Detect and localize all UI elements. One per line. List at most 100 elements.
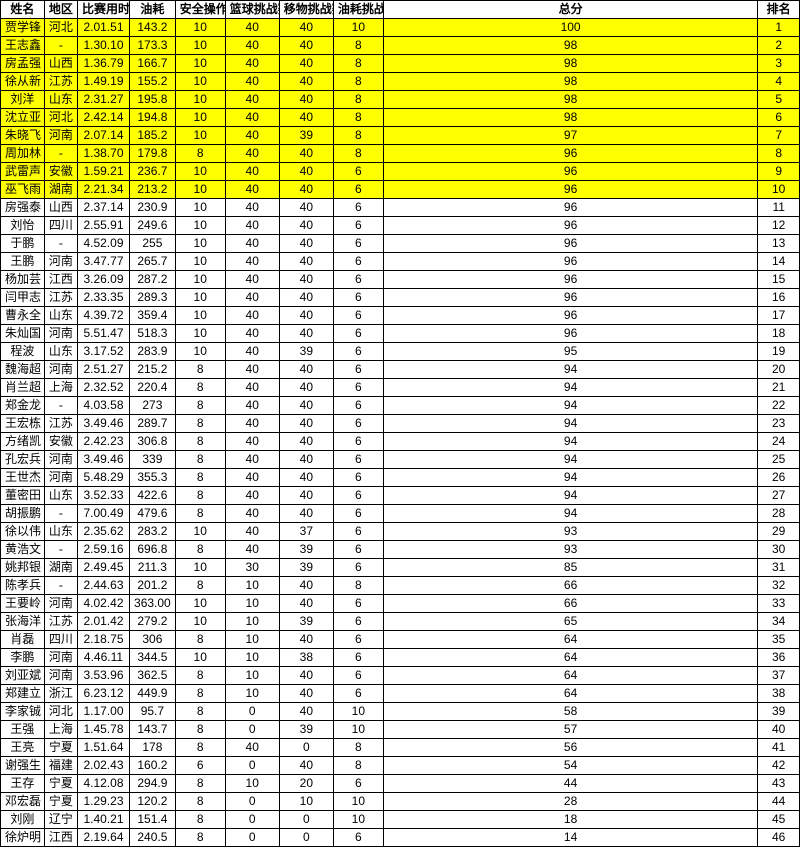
cell: 6 [333,649,383,667]
cell: 40 [279,379,333,397]
cell: 22 [758,397,800,415]
cell: 34 [758,613,800,631]
table-row: 刘亚斌河南3.53.96362.58104066437 [1,667,800,685]
cell: 6 [333,523,383,541]
cell: 10 [175,613,225,631]
cell: 40 [225,379,279,397]
cell: 王世杰 [1,469,45,487]
table-row: 刘怡四川2.55.91249.610404069612 [1,217,800,235]
cell: 46 [758,829,800,847]
cell: 40 [225,451,279,469]
cell: 359.4 [129,307,175,325]
cell: 6 [333,181,383,199]
cell: 95 [383,343,758,361]
cell: 6 [333,307,383,325]
cell: 10 [175,271,225,289]
cell: 10 [175,253,225,271]
cell: 8 [333,739,383,757]
cell: 40 [279,577,333,595]
cell: 1.51.64 [77,739,129,757]
cell: 刘洋 [1,91,45,109]
cell: 山东 [44,343,77,361]
cell: 8 [175,379,225,397]
table-row: 王亮宁夏1.51.64178840085641 [1,739,800,757]
table-row: 徐从新江苏1.49.19155.21040408984 [1,73,800,91]
cell: 18 [758,325,800,343]
cell: 20 [758,361,800,379]
cell: 249.6 [129,217,175,235]
cell: 10 [175,19,225,37]
table-row: 孔宏兵河南3.49.463398404069425 [1,451,800,469]
cell: 96 [383,253,758,271]
cell: 朱灿国 [1,325,45,343]
cell: 10 [175,559,225,577]
cell: 18 [383,811,758,829]
cell: 谢强生 [1,757,45,775]
cell: 1.49.19 [77,73,129,91]
cell: 8 [175,433,225,451]
cell: 98 [383,109,758,127]
cell: 2.33.35 [77,289,129,307]
cell: 94 [383,433,758,451]
cell: 8 [175,361,225,379]
cell: 3.49.46 [77,415,129,433]
cell: 2.21.34 [77,181,129,199]
cell: 213.2 [129,181,175,199]
cell: 宁夏 [44,739,77,757]
cell: 40 [279,73,333,91]
table-row: 杨加芸江西3.26.09287.210404069615 [1,271,800,289]
cell: 郑金龙 [1,397,45,415]
cell: 8 [175,739,225,757]
cell: 2 [758,37,800,55]
cell: 230.9 [129,199,175,217]
table-row: 王世杰河南5.48.29355.38404069426 [1,469,800,487]
cell: 96 [383,217,758,235]
cell: 40 [225,109,279,127]
cell: 6 [333,505,383,523]
table-row: 王鹏河南3.47.77265.710404069614 [1,253,800,271]
cell: 26 [758,469,800,487]
cell: 98 [383,37,758,55]
cell: 40 [225,235,279,253]
cell: 449.9 [129,685,175,703]
cell: 6 [333,289,383,307]
cell: 8 [175,469,225,487]
cell: 周加林 [1,145,45,163]
cell: 河南 [44,649,77,667]
cell: 宁夏 [44,775,77,793]
cell: 40 [225,523,279,541]
cell: 10 [175,163,225,181]
cell: 94 [383,451,758,469]
cell: 25 [758,451,800,469]
cell: 185.2 [129,127,175,145]
cell: 刘亚斌 [1,667,45,685]
cell: 97 [383,127,758,145]
cell: 4.02.42 [77,595,129,613]
cell: 刘怡 [1,217,45,235]
cell: 37 [758,667,800,685]
cell: 8 [175,451,225,469]
cell: 8 [175,415,225,433]
cell: 8 [333,73,383,91]
cell: 40 [279,217,333,235]
cell: 20 [279,775,333,793]
cell: 8 [758,145,800,163]
cell: 98 [383,55,758,73]
cell: 10 [175,289,225,307]
cell: 211.3 [129,559,175,577]
cell: 1.17.00 [77,703,129,721]
cell: 40 [225,199,279,217]
cell: - [44,397,77,415]
cell: 6 [333,325,383,343]
cell: 8 [333,109,383,127]
table-row: 贾学锋河北2.01.51143.2104040101001 [1,19,800,37]
cell: 3.17.52 [77,343,129,361]
cell: 6 [333,559,383,577]
table-row: 李鹏河南4.46.11344.510103866436 [1,649,800,667]
cell: 10 [175,55,225,73]
cell: 33 [758,595,800,613]
cell: 河北 [44,19,77,37]
cell: 5.48.29 [77,469,129,487]
cell: 39 [279,343,333,361]
cell: 山东 [44,91,77,109]
